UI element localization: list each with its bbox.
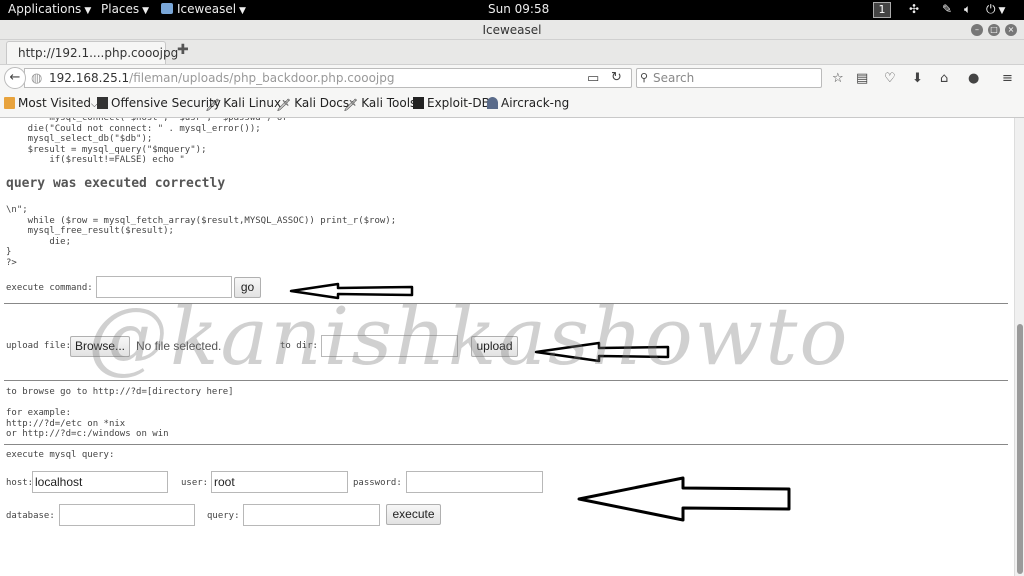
bookmark-label: Exploit-DB (427, 96, 490, 110)
aircrack-icon (487, 97, 498, 109)
query-label: query: (207, 511, 240, 521)
pen-icon[interactable]: ✎ (942, 2, 952, 16)
bookmark-label: Kali Linux (223, 96, 282, 110)
scrollbar-thumb[interactable] (1017, 324, 1023, 574)
query-input[interactable] (243, 504, 380, 526)
divider (4, 444, 1008, 445)
pocket-icon[interactable]: ♡ (884, 71, 896, 86)
workspace-indicator[interactable]: 1 (873, 2, 891, 18)
bookmark-aircrack-ng[interactable]: Aircrack-ng (487, 96, 569, 110)
password-label: password: (353, 478, 402, 488)
bookmarks-bar: Most Visited⌵ Offensive Security 🗡︎ Kali … (0, 90, 1024, 118)
reader-view-icon[interactable]: ▭ (587, 71, 599, 86)
database-label: database: (6, 511, 55, 521)
bookmark-kali-linux[interactable]: 🗡︎ Kali Linux (205, 96, 282, 112)
chat-icon[interactable]: ● (968, 71, 979, 86)
url-path: /fileman/uploads/php_backdoor.php.cooojp… (129, 71, 395, 85)
bookmark-kali-docs[interactable]: 🗡︎ Kali Docs (276, 96, 350, 112)
search-icon: ⚲ (640, 71, 649, 84)
globe-icon: ◍ (31, 71, 43, 86)
window-title-bar: Iceweasel – □ × (0, 20, 1024, 40)
page-heading: query was executed correctly (6, 176, 226, 191)
host-input[interactable]: localhost (32, 471, 168, 493)
chevron-down-icon: ▼ (239, 6, 246, 16)
app-menu-label: Iceweasel (177, 2, 237, 16)
chevron-down-icon: ▼ (84, 6, 92, 16)
tab-current[interactable]: http://192.1....php.cooojpg (6, 41, 178, 64)
kali-icon: 🗡︎ (276, 98, 292, 112)
bookmark-label: Kali Tools (361, 96, 417, 110)
back-arrow-icon: ← (9, 70, 21, 85)
execute-command-label: execute command: (6, 283, 93, 293)
gnome-top-bar: Applications ▼ Places ▼ Iceweasel ▼ Sun 09:… (0, 0, 1024, 20)
home-icon[interactable]: ⌂ (940, 71, 948, 86)
search-input[interactable]: ⚲ Search (636, 68, 822, 88)
vertical-scrollbar[interactable] (1014, 118, 1024, 576)
bookmark-label: Aircrack-ng (501, 96, 570, 110)
browse-help-text: to browse go to http://?d=[directory her… (6, 387, 234, 439)
bookmark-exploit-db[interactable]: Exploit-DB (413, 96, 490, 110)
maximize-icon[interactable]: □ (988, 24, 1000, 36)
navigation-bar: ◍ 192.168.25.1/fileman/uploads/php_backd… (0, 64, 1024, 90)
php-code-top: mysql_connect("$host", "$usr", "$passwd"… (27, 118, 288, 165)
clock[interactable]: Sun 09:58 (488, 2, 549, 16)
user-label: user: (181, 478, 209, 488)
mysql-query-label: execute mysql query: (6, 450, 115, 460)
bookmark-most-visited[interactable]: Most Visited⌵ (4, 96, 98, 110)
search-placeholder: Search (653, 71, 695, 85)
page-content: mysql_connect("$host", "$usr", "$passwd"… (0, 118, 1014, 576)
tab-strip: http://192.1....php.cooojpg (0, 40, 1024, 64)
kali-icon: 🗡︎ (205, 98, 221, 112)
close-icon[interactable]: × (1005, 24, 1017, 36)
places-label: Places (101, 2, 140, 16)
watermark-text: @kanishkashowto (88, 290, 850, 383)
bookmark-star-icon[interactable]: ☆ (832, 71, 844, 86)
tab-title: http://192.1....php.cooojpg (18, 46, 179, 60)
database-input[interactable] (59, 504, 195, 526)
app-menu[interactable]: Iceweasel ▼ (161, 2, 246, 16)
php-code-bottom: \n"; while ($row = mysql_fetch_array($re… (6, 205, 397, 268)
window-title: Iceweasel (482, 23, 542, 37)
url-host: 192.168.25.1 (49, 71, 130, 85)
password-input[interactable] (406, 471, 543, 493)
arrow-annotation (577, 476, 791, 522)
network-icon[interactable]: ✣ (909, 2, 919, 16)
execute-button[interactable]: execute (386, 504, 441, 525)
volume-icon[interactable]: 🔈︎ (964, 2, 971, 17)
bookmark-kali-tools[interactable]: 🗡︎ Kali Tools (343, 96, 417, 112)
power-icon[interactable]: ⏻ ▼ (986, 2, 1005, 17)
user-input[interactable]: root (211, 471, 348, 493)
downloads-icon[interactable]: ⬇ (912, 71, 923, 86)
folder-icon (4, 97, 15, 109)
url-bar[interactable]: ◍ 192.168.25.1/fileman/uploads/php_backd… (24, 68, 632, 88)
applications-menu[interactable]: Applications ▼ (8, 2, 91, 16)
bookmark-label: Most Visited (18, 96, 92, 110)
exploitdb-icon (413, 97, 424, 109)
places-menu[interactable]: Places ▼ (101, 2, 149, 16)
kali-icon: 🗡︎ (343, 98, 359, 112)
back-button[interactable]: ← (4, 67, 26, 89)
host-label: host: (6, 478, 34, 488)
applications-label: Applications (8, 2, 82, 16)
minimize-icon[interactable]: – (971, 24, 983, 36)
iceweasel-icon (161, 3, 173, 14)
bookmark-offensive-security[interactable]: Offensive Security (97, 96, 221, 110)
bookmarks-menu-icon[interactable]: ▤ (856, 71, 868, 86)
upload-file-label: upload file: (6, 341, 72, 351)
offsec-icon (97, 97, 108, 109)
chevron-down-icon: ▼ (142, 6, 150, 16)
bookmark-label: Kali Docs (294, 96, 350, 110)
reload-icon[interactable]: ↻ (611, 70, 622, 85)
url-text[interactable]: 192.168.25.1/fileman/uploads/php_backdoo… (49, 71, 394, 85)
menu-icon[interactable]: ≡ (1002, 71, 1013, 86)
new-tab-icon[interactable]: ✚ (177, 42, 189, 58)
